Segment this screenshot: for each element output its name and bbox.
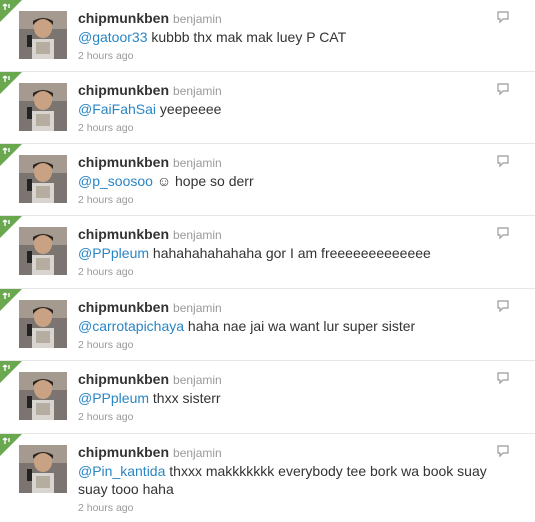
tweet-text: @Pin_kantida thxxx makkkkkkk everybody t… [78,462,498,498]
tweet-body: hahahahahahaha gor I am freeeeeeeeeeeee [149,245,431,261]
full-name: benjamin [173,446,222,460]
tweet-byline: chipmunkben benjamin [78,443,498,461]
tweet-text: @p_soosoo ☺ hope so derr [78,172,498,190]
timestamp[interactable]: 2 hours ago [78,339,498,351]
full-name: benjamin [173,156,222,170]
reply-icon[interactable] [496,226,510,240]
timestamp[interactable]: 2 hours ago [78,502,498,514]
reply-icon[interactable] [496,154,510,168]
screen-name[interactable]: chipmunkben [78,444,169,460]
mention-link[interactable]: @Pin_kantida [78,463,165,479]
tweet-content: chipmunkben benjamin @PPpleum thxx sister… [78,370,498,423]
tweet-content: chipmunkben benjamin @PPpleum hahahahahah… [78,225,498,278]
avatar[interactable] [19,11,67,59]
timestamp[interactable]: 2 hours ago [78,50,498,62]
tweet-byline: chipmunkben benjamin [78,153,498,171]
full-name: benjamin [173,373,222,387]
mention-link[interactable]: @gatoor33 [78,29,147,45]
tweet-item: chipmunkben benjamin @Pin_kantida thxxx m… [0,434,535,522]
tweet-content: chipmunkben benjamin @p_soosoo ☺ hope so … [78,153,498,206]
tweet-byline: chipmunkben benjamin [78,370,498,388]
tweet-text: @PPpleum hahahahahahaha gor I am freeeee… [78,244,498,262]
mention-link[interactable]: @PPpleum [78,245,149,261]
tweet-item: chipmunkben benjamin @PPpleum thxx sister… [0,361,535,434]
tweet-content: chipmunkben benjamin @gatoor33 kubbb thx … [78,9,498,62]
full-name: benjamin [173,84,222,98]
avatar[interactable] [19,227,67,275]
timestamp[interactable]: 2 hours ago [78,266,498,278]
tweet-content: chipmunkben benjamin @Pin_kantida thxxx m… [78,443,498,514]
timestamp[interactable]: 2 hours ago [78,122,498,134]
screen-name[interactable]: chipmunkben [78,10,169,26]
tweet-item: chipmunkben benjamin @FaiFahSai yeepeeee … [0,72,535,144]
avatar[interactable] [19,83,67,131]
tweet-byline: chipmunkben benjamin [78,81,498,99]
tweet-item: chipmunkben benjamin @carrotapichaya haha… [0,289,535,361]
full-name: benjamin [173,12,222,26]
avatar[interactable] [19,372,67,420]
avatar[interactable] [19,300,67,348]
avatar[interactable] [19,445,67,493]
tweet-content: chipmunkben benjamin @carrotapichaya haha… [78,298,498,351]
tweet-body: kubbb thx mak mak luey P CAT [147,29,347,45]
tweet-text: @gatoor33 kubbb thx mak mak luey P CAT [78,28,498,46]
screen-name[interactable]: chipmunkben [78,82,169,98]
timestamp[interactable]: 2 hours ago [78,411,498,423]
mention-link[interactable]: @carrotapichaya [78,318,184,334]
tweet-timeline: chipmunkben benjamin @gatoor33 kubbb thx … [0,0,535,522]
reply-icon[interactable] [496,10,510,24]
full-name: benjamin [173,301,222,315]
tweet-body: yeepeeee [156,101,222,117]
tweet-body: thxx sisterr [149,390,221,406]
screen-name[interactable]: chipmunkben [78,371,169,387]
timestamp[interactable]: 2 hours ago [78,194,498,206]
tweet-byline: chipmunkben benjamin [78,298,498,316]
full-name: benjamin [173,228,222,242]
tweet-item: chipmunkben benjamin @p_soosoo ☺ hope so … [0,144,535,216]
reply-icon[interactable] [496,371,510,385]
tweet-byline: chipmunkben benjamin [78,225,498,243]
tweet-text: @carrotapichaya haha nae jai wa want lur… [78,317,498,335]
mention-link[interactable]: @PPpleum [78,390,149,406]
tweet-text: @PPpleum thxx sisterr [78,389,498,407]
screen-name[interactable]: chipmunkben [78,299,169,315]
screen-name[interactable]: chipmunkben [78,154,169,170]
tweet-byline: chipmunkben benjamin [78,9,498,27]
mention-link[interactable]: @FaiFahSai [78,101,156,117]
tweet-text: @FaiFahSai yeepeeee [78,100,498,118]
tweet-body: ☺ hope so derr [152,173,254,189]
tweet-content: chipmunkben benjamin @FaiFahSai yeepeeee … [78,81,498,134]
tweet-item: chipmunkben benjamin @gatoor33 kubbb thx … [0,0,535,72]
screen-name[interactable]: chipmunkben [78,226,169,242]
tweet-body: haha nae jai wa want lur super sister [184,318,416,334]
avatar[interactable] [19,155,67,203]
reply-icon[interactable] [496,299,510,313]
reply-icon[interactable] [496,82,510,96]
mention-link[interactable]: @p_soosoo [78,173,153,189]
tweet-item: chipmunkben benjamin @PPpleum hahahahahah… [0,216,535,289]
reply-icon[interactable] [496,444,510,458]
